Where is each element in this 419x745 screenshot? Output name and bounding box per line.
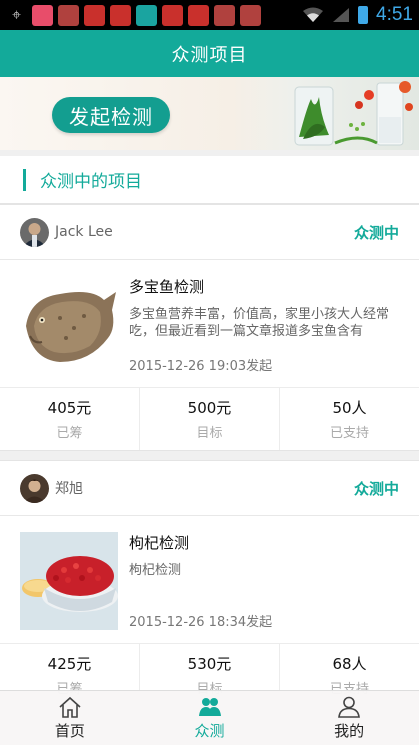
page-title: 众测项目 — [171, 44, 248, 66]
system-indicators: 4:51 — [302, 4, 413, 26]
project-card[interactable]: Jack Lee 众测中 多宝鱼检测 多宝鱼营养丰富，价值高，家里小孩大人经常吃… — [0, 204, 419, 451]
stat-target: 500元 目标 — [140, 388, 280, 450]
status-badge: 众测中 — [353, 223, 399, 242]
nav-item-home[interactable]: 首页 — [0, 691, 140, 745]
home-icon — [59, 696, 81, 718]
nav-item-crowd-test[interactable]: 众测 — [140, 691, 280, 745]
status-bar: ⌖ 4:51 — [0, 0, 419, 30]
notification-icons: ⌖ — [6, 4, 261, 26]
project-date: 2015-12-26 19:03发起 — [129, 359, 273, 374]
stat-label: 已支持 — [329, 426, 369, 441]
author-name: Jack Lee — [55, 224, 113, 240]
project-description: 枸杞检测 — [129, 563, 182, 578]
section-accent-bar — [23, 168, 26, 191]
author-name: 郑旭 — [55, 481, 83, 497]
notification-app-icon — [188, 4, 209, 26]
clock: 4:51 — [376, 4, 413, 25]
stat-value: 500元 — [187, 399, 232, 417]
signal-icon — [333, 8, 350, 22]
avatar[interactable] — [20, 217, 49, 247]
project-card-body[interactable]: 枸杞检测 枸杞检测 2015-12-26 18:34发起 — [0, 516, 419, 644]
battery-icon — [358, 6, 369, 24]
nav-label: 我的 — [334, 721, 365, 740]
stat-label: 目标 — [196, 426, 223, 441]
project-card-header: Jack Lee 众测中 — [0, 205, 419, 260]
wifi-icon — [303, 7, 324, 22]
profile-icon — [338, 696, 361, 718]
section-header: 众测中的项目 — [0, 156, 419, 204]
stat-value: 50人 — [332, 399, 367, 417]
notification-app-icon — [240, 4, 261, 26]
project-thumbnail — [20, 532, 118, 630]
banner[interactable]: 发起检测 — [0, 77, 419, 150]
stat-raised: 405元 已筹 — [0, 388, 140, 450]
nav-label: 众测 — [194, 721, 225, 740]
stat-value: 425元 — [47, 655, 92, 673]
notification-app-icon — [32, 4, 53, 26]
project-date: 2015-12-26 18:34发起 — [129, 615, 273, 630]
stat-value: 405元 — [47, 399, 92, 417]
nav-label: 首页 — [54, 721, 85, 740]
project-title: 多宝鱼检测 — [129, 278, 205, 296]
gps-icon: ⌖ — [11, 5, 21, 24]
avatar[interactable] — [20, 473, 49, 503]
status-badge: 众测中 — [353, 479, 399, 498]
stat-supporters: 50人 已支持 — [280, 388, 419, 450]
nav-item-profile[interactable]: 我的 — [279, 691, 419, 745]
project-stats: 405元 已筹 500元 目标 50人 已支持 — [0, 388, 419, 450]
stat-value: 68人 — [332, 655, 367, 673]
vegetables-illustration — [294, 81, 413, 146]
title-bar: 众测项目 — [0, 30, 419, 77]
project-card[interactable]: 郑旭 众测中 枸杞检测 枸杞检测 2015-12-26 18:34发起 425元… — [0, 460, 419, 707]
project-description: 多宝鱼营养丰富，价值高，家里小孩大人经常吃，但最近看到一篇文章报道多宝鱼含有 — [129, 307, 390, 339]
section-title: 众测中的项目 — [40, 172, 142, 192]
notification-app-icon — [214, 4, 235, 26]
project-card-header: 郑旭 众测中 — [0, 461, 419, 516]
bottom-nav: 首页 众测 我的 — [0, 690, 419, 745]
crowd-test-icon — [198, 697, 221, 716]
project-thumbnail — [20, 276, 118, 374]
notification-app-icon — [84, 4, 105, 26]
start-test-button[interactable]: 发起检测 — [52, 97, 170, 133]
notification-app-icon — [162, 4, 183, 26]
notification-app-icon — [110, 4, 131, 26]
notification-app-icon — [136, 4, 157, 26]
notification-app-icon — [58, 4, 79, 26]
project-title: 枸杞检测 — [129, 534, 190, 552]
stat-value: 530元 — [187, 655, 232, 673]
stat-label: 已筹 — [56, 426, 83, 441]
project-card-body[interactable]: 多宝鱼检测 多宝鱼营养丰富，价值高，家里小孩大人经常吃，但最近看到一篇文章报道多… — [0, 260, 419, 388]
